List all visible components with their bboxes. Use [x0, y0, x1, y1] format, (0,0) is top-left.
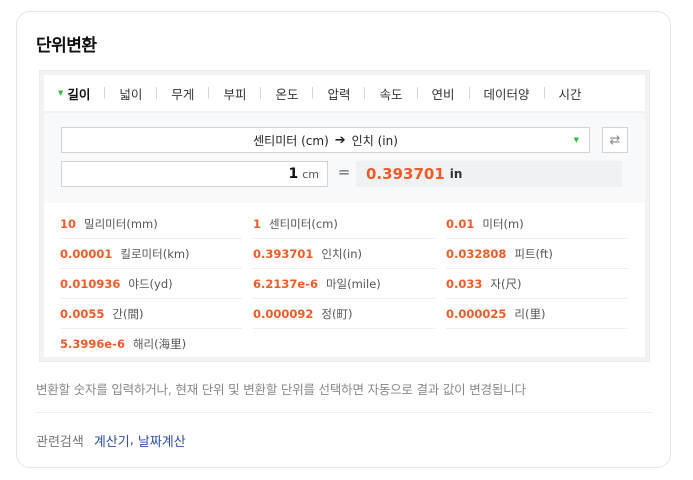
input-value: 1 — [288, 166, 299, 182]
converter-widget: ▼ 길이 넓이 무게 부피 온도 압력 속도 연비 데이터양 시간 센티미터 (… — [39, 70, 650, 362]
divider — [36, 412, 651, 413]
unit-pair-select[interactable]: 센티미터 (cm) ➔ 인치 (in) ▼ — [61, 127, 590, 153]
tab-speed[interactable]: 속도 — [379, 84, 402, 103]
results-row: 10 밀리미터(mm) 1 센티미터(cm) 0.01 미터(m) — [44, 209, 645, 239]
result-item: 0.010936 야드(yd) — [60, 269, 253, 299]
results-row: 0.0055 간(間) 0.000092 정(町) 0.000025 리(里) — [44, 299, 645, 329]
tab-weight[interactable]: 무게 — [171, 84, 194, 103]
tab-separator — [104, 87, 106, 99]
tab-pressure[interactable]: 압력 — [327, 84, 350, 103]
result-item: 0.033 자(尺) — [446, 269, 639, 299]
result-item: 0.000092 정(町) — [253, 299, 446, 329]
result-item: 6.2137e-6 마일(mile) — [253, 269, 446, 299]
from-unit-label: 센티미터 (cm) — [253, 133, 329, 148]
comma-separator: , — [129, 433, 134, 448]
tab-separator — [208, 87, 210, 99]
tab-volume[interactable]: 부피 — [223, 84, 246, 103]
result-item: 0.0055 간(間) — [60, 299, 253, 329]
related-search-label: 관련검색 — [36, 435, 84, 450]
result-item: 0.393701 인치(in) — [253, 239, 446, 269]
value-input[interactable]: 1 cm — [61, 161, 328, 187]
result-value: 0.393701 — [366, 165, 445, 183]
input-unit: cm — [302, 167, 319, 181]
results-row: 0.00001 킬로미터(km) 0.393701 인치(in) 0.032808 피… — [44, 239, 645, 269]
usage-hint: 변환할 숫자를 입력하거나, 현재 단위 및 변환할 단위를 선택하면 자동으로… — [36, 382, 526, 397]
tab-separator — [364, 87, 366, 99]
tab-separator — [260, 87, 262, 99]
tab-separator — [156, 87, 158, 99]
converter-body: 센티미터 (cm) ➔ 인치 (in) ▼ ⇄ 1 cm = 0.393701 … — [44, 113, 645, 357]
caret-down-icon: ▼ — [58, 89, 64, 97]
result-item: 1 센티미터(cm) — [253, 209, 446, 239]
result-item: 10 밀리미터(mm) — [60, 209, 253, 239]
tab-separator — [416, 87, 418, 99]
result-unit: in — [449, 167, 463, 181]
result-item: 0.000025 리(里) — [446, 299, 639, 329]
related-link-date-calculator[interactable]: 날짜계산 — [138, 431, 186, 450]
result-display: 0.393701 in — [356, 161, 622, 187]
results-row: 5.3996e-6 해리(海里) — [44, 329, 645, 359]
equals-sign: = — [337, 163, 351, 181]
dropdown-caret-icon: ▼ — [573, 136, 579, 144]
tab-separator — [312, 87, 314, 99]
related-link-calculator[interactable]: 계산기 — [94, 431, 130, 450]
tab-temperature[interactable]: 온도 — [275, 84, 298, 103]
tab-time[interactable]: 시간 — [559, 84, 582, 103]
result-item: 5.3996e-6 해리(海里) — [60, 337, 187, 351]
unit-converter-card: 단위변환 ▼ 길이 넓이 무게 부피 온도 압력 속도 연비 데이터양 시간 센… — [16, 11, 671, 468]
result-item: 0.032808 피트(ft) — [446, 239, 639, 269]
card-title: 단위변환 — [36, 36, 97, 56]
swap-units-button[interactable]: ⇄ — [602, 127, 628, 153]
results-row: 0.010936 야드(yd) 6.2137e-6 마일(mile) 0.033 자(… — [44, 269, 645, 299]
swap-icon: ⇄ — [609, 132, 621, 148]
tab-length[interactable]: ▼ 길이 — [58, 84, 90, 103]
tab-fuel-economy[interactable]: 연비 — [432, 84, 455, 103]
tab-separator — [543, 87, 545, 99]
result-item: 0.01 미터(m) — [446, 209, 639, 239]
tab-area[interactable]: 넓이 — [119, 84, 142, 103]
tab-data-size[interactable]: 데이터양 — [484, 84, 530, 103]
to-unit-label: 인치 (in) — [351, 133, 398, 148]
tab-separator — [468, 87, 470, 99]
conversion-panel: 센티미터 (cm) ➔ 인치 (in) ▼ ⇄ 1 cm = 0.393701 … — [44, 113, 645, 203]
result-item: 0.00001 킬로미터(km) — [60, 239, 253, 269]
results-grid: 10 밀리미터(mm) 1 센티미터(cm) 0.01 미터(m) 0.00001 킬로… — [44, 209, 645, 359]
related-search: 관련검색 계산기 , 날짜계산 — [36, 431, 186, 450]
category-tabs: ▼ 길이 넓이 무게 부피 온도 압력 속도 연비 데이터양 시간 — [44, 75, 645, 111]
arrow-right-icon: ➔ — [334, 132, 346, 148]
